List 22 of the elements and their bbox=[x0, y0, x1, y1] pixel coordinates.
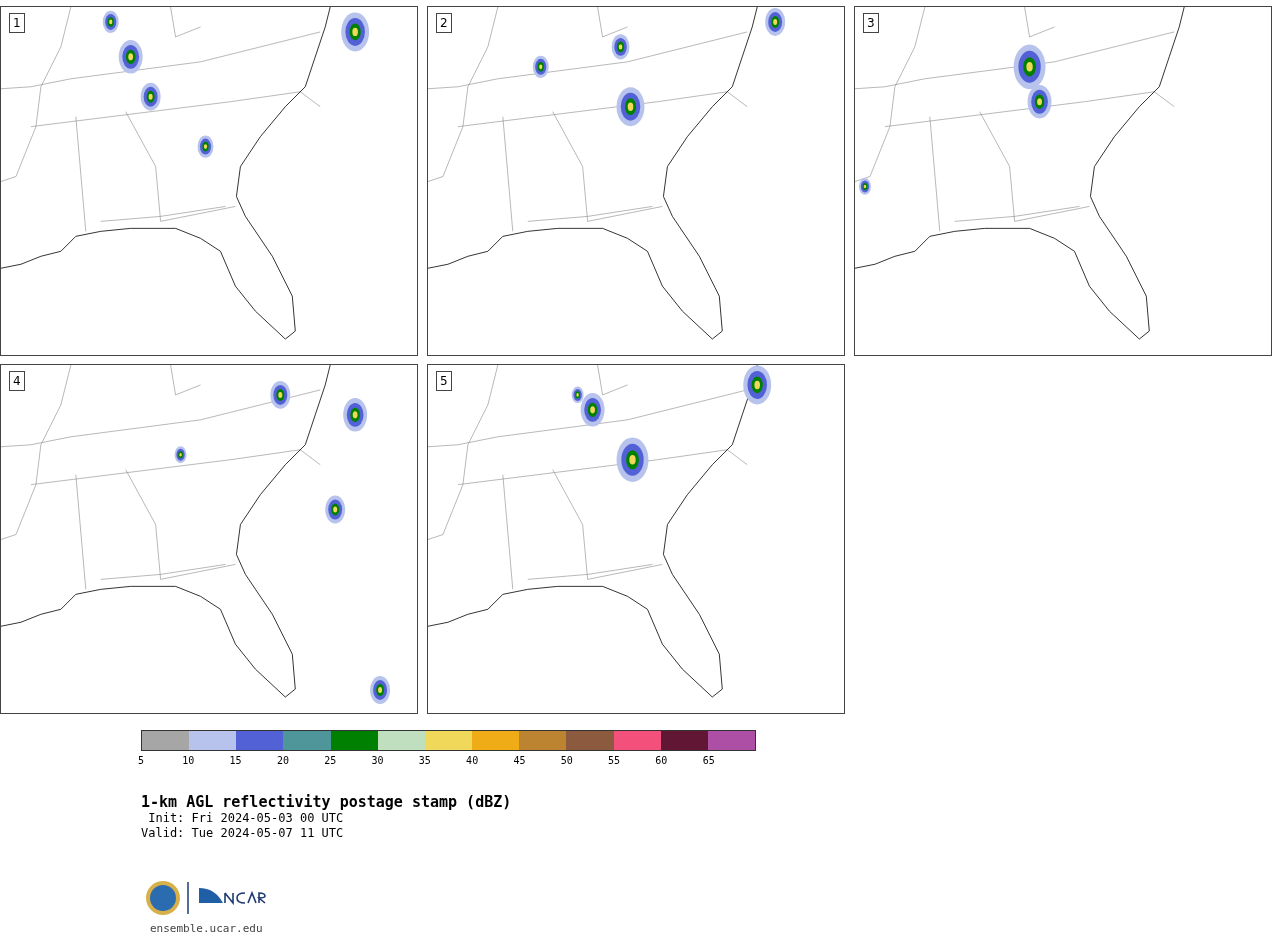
panel-number: 2 bbox=[436, 13, 452, 33]
tick-label: 65 bbox=[702, 755, 715, 767]
tick-label: 55 bbox=[608, 755, 621, 767]
tick-label: 10 bbox=[182, 755, 195, 767]
panel-number: 3 bbox=[863, 13, 879, 33]
valid-time: Valid: Tue 2024-05-07 11 UTC bbox=[141, 826, 345, 841]
panel-number: 4 bbox=[9, 371, 25, 391]
tick-label: 25 bbox=[324, 755, 337, 767]
tick-label: 30 bbox=[371, 755, 384, 767]
chart-title: 1-km AGL reflectivity postage stamp (dBZ) bbox=[141, 793, 513, 811]
init-time: Init: Fri 2024-05-03 00 UTC bbox=[147, 811, 345, 826]
panel-number: 5 bbox=[436, 371, 452, 391]
tick-label: 40 bbox=[466, 755, 479, 767]
tick-label: 45 bbox=[513, 755, 526, 767]
tick-label: 20 bbox=[276, 755, 289, 767]
tick-label: 50 bbox=[560, 755, 573, 767]
tick-label: 35 bbox=[418, 755, 431, 767]
footer-url: ensemble.ucar.edu bbox=[150, 921, 264, 936]
tick-label: 15 bbox=[229, 755, 242, 767]
tick-label: 5 bbox=[138, 755, 144, 767]
tick-label: 60 bbox=[655, 755, 668, 767]
panel-number: 1 bbox=[9, 13, 25, 33]
